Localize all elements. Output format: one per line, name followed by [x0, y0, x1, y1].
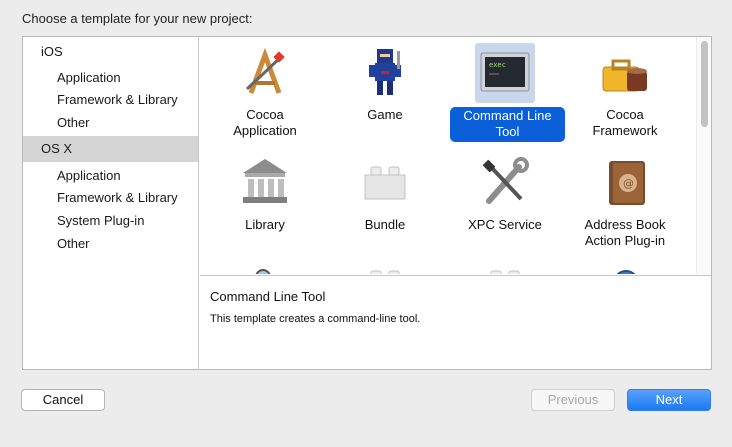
- magnifier-icon: [235, 263, 295, 274]
- lego-brick-icon: [475, 263, 535, 274]
- template-label: Bundle: [364, 217, 406, 232]
- template-command-line-tool[interactable]: exec Command Line Tool: [446, 39, 565, 143]
- template-partial-1[interactable]: [206, 259, 324, 274]
- template-label: Game: [367, 107, 403, 122]
- sidebar-item-ios-application[interactable]: Application: [23, 66, 198, 89]
- sidebar-item-ios-framework-library[interactable]: Framework & Library: [23, 88, 198, 111]
- template-label: Cocoa Application: [233, 107, 297, 138]
- address-book-icon: @: [595, 153, 655, 213]
- template-label: XPC Service: [468, 217, 542, 232]
- sidebar-group-osx[interactable]: OS X: [23, 136, 198, 162]
- dialog-title: Choose a template for your new project:: [22, 11, 253, 26]
- template-cocoa-framework[interactable]: Cocoa Framework: [566, 39, 684, 143]
- sidebar-item-osx-framework-library[interactable]: Framework & Library: [23, 186, 198, 209]
- template-cocoa-application[interactable]: Cocoa Application: [206, 39, 324, 143]
- template-game[interactable]: Game: [326, 39, 444, 143]
- template-xpc-service[interactable]: XPC Service: [446, 149, 564, 253]
- terminal-text: exec: [489, 61, 506, 69]
- toolbox-coffee-icon: [595, 43, 655, 103]
- lego-brick-icon: [355, 263, 415, 274]
- sidebar-group-ios[interactable]: iOS: [23, 40, 198, 63]
- next-button[interactable]: Next: [627, 389, 711, 411]
- template-partial-4[interactable]: [566, 259, 684, 274]
- template-label: Command Line Tool: [450, 107, 565, 142]
- cancel-button[interactable]: Cancel: [21, 389, 105, 411]
- wrench-screwdriver-icon: [475, 153, 535, 213]
- description-text: This template creates a command-line too…: [210, 313, 421, 325]
- template-label: Address Book Action Plug-in: [584, 217, 666, 248]
- template-chooser-panel: iOS Application Framework & Library Othe…: [22, 36, 712, 370]
- sidebar-item-osx-application[interactable]: Application: [23, 164, 198, 187]
- template-label: Library: [245, 217, 285, 232]
- template-grid: Cocoa Application Game exec Command Line…: [200, 37, 711, 274]
- template-partial-3[interactable]: [446, 259, 564, 274]
- scrollbar-thumb[interactable]: [701, 41, 708, 127]
- template-partial-2[interactable]: [326, 259, 444, 274]
- globe-icon: [595, 263, 655, 274]
- previous-button[interactable]: Previous: [531, 389, 615, 411]
- sidebar-item-osx-system-plugin[interactable]: System Plug-in: [23, 209, 198, 232]
- cocoa-app-icon: [235, 43, 295, 103]
- sidebar-item-ios-other[interactable]: Other: [23, 111, 198, 134]
- platform-sidebar: iOS Application Framework & Library Othe…: [23, 37, 199, 369]
- template-label: Cocoa Framework: [592, 107, 658, 138]
- template-address-book-plugin[interactable]: @ Address Book Action Plug-in: [566, 149, 684, 253]
- game-ninja-icon: [355, 43, 415, 103]
- svg-text:@: @: [623, 177, 634, 190]
- template-bundle[interactable]: Bundle: [326, 149, 444, 253]
- template-library[interactable]: Library: [206, 149, 324, 253]
- template-grid-scrollbar[interactable]: [696, 37, 711, 274]
- lego-brick-icon: [355, 153, 415, 213]
- sidebar-item-osx-other[interactable]: Other: [23, 232, 198, 255]
- terminal-exec-icon: exec: [475, 43, 535, 103]
- description-title: Command Line Tool: [210, 289, 326, 304]
- library-building-icon: [235, 153, 295, 213]
- template-description-pane: Command Line Tool This template creates …: [200, 275, 711, 369]
